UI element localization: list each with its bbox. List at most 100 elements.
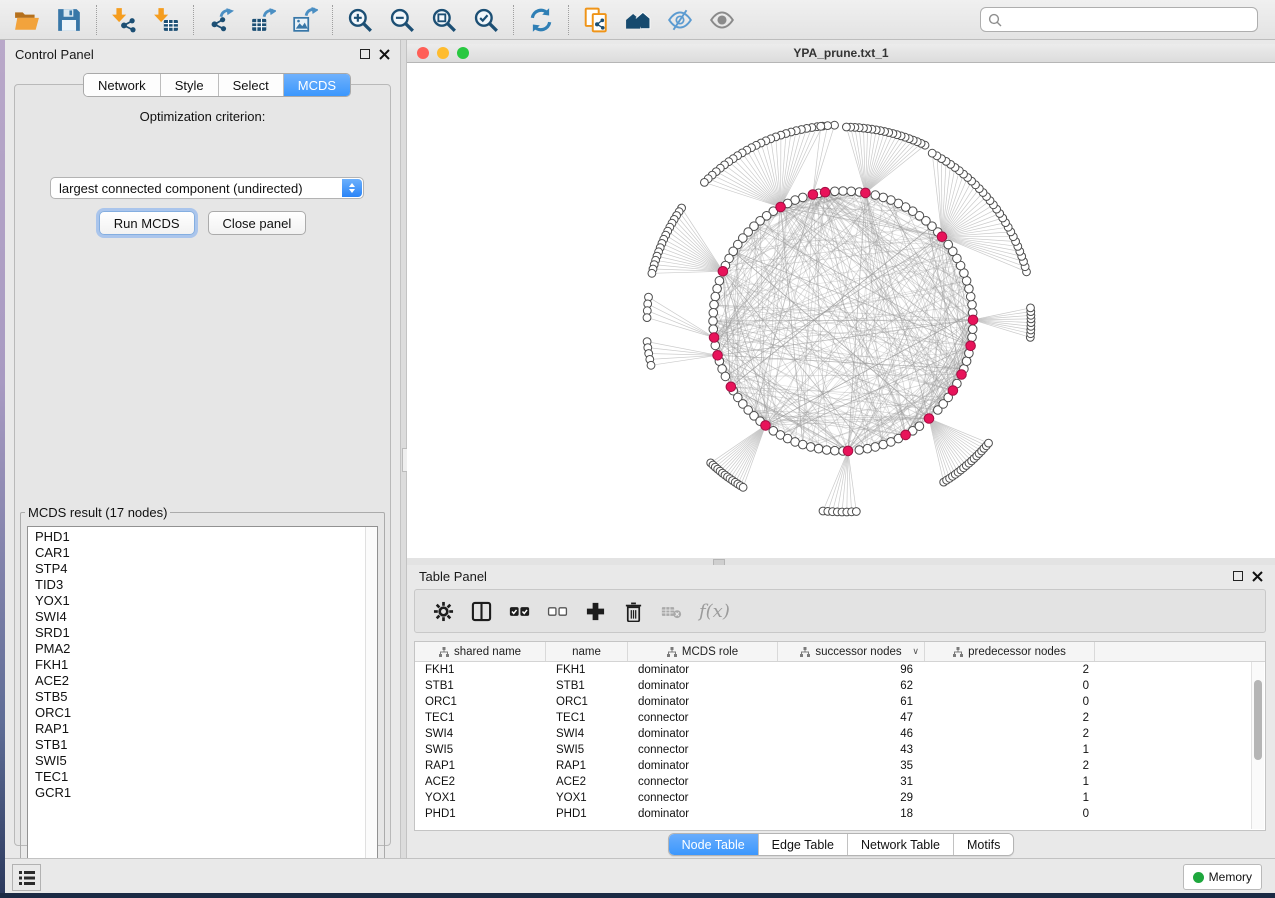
list-item[interactable]: RAP1 [28,721,365,737]
scrollbar-thumb[interactable] [1254,680,1262,760]
list-item[interactable]: ORC1 [28,705,365,721]
chevron-down-icon[interactable]: ∨ [912,646,919,657]
mcds-node[interactable] [957,370,967,380]
table-row[interactable]: SWI5SWI5connector431 [415,742,1265,758]
network-node[interactable] [822,446,831,455]
mcds-node[interactable] [726,382,736,392]
vertical-splitter[interactable] [400,40,407,858]
column-header[interactable]: name [546,642,628,661]
split-view-button[interactable] [471,601,492,622]
delete-column-button[interactable] [623,601,644,622]
list-item[interactable]: PHD1 [28,529,365,545]
show-all-button[interactable] [705,4,739,36]
network-node[interactable] [709,325,718,334]
zoom-selected-button[interactable] [469,4,503,36]
table-row[interactable]: ACE2ACE2connector311 [415,774,1265,790]
tab-select[interactable]: Select [218,74,283,96]
zoom-in-button[interactable] [343,4,377,36]
mcds-node[interactable] [924,414,934,424]
mcds-node[interactable] [948,386,958,396]
search-input[interactable] [1007,12,1250,28]
delete-table-button[interactable] [661,601,682,622]
network-node[interactable] [879,193,888,202]
mcds-node[interactable] [901,430,911,440]
list-item[interactable]: ACE2 [28,673,365,689]
satellite-node[interactable] [985,439,993,447]
list-item[interactable]: PMA2 [28,641,365,657]
table-row[interactable]: TEC1TEC1connector472 [415,710,1265,726]
close-panel-button[interactable]: Close panel [208,211,307,235]
list-item[interactable]: STB5 [28,689,365,705]
table-row[interactable]: STB1STB1dominator620 [415,678,1265,694]
network-node[interactable] [831,187,840,196]
list-item[interactable]: CAR1 [28,545,365,561]
network-node[interactable] [814,444,823,453]
tab-network-table[interactable]: Network Table [847,834,953,855]
table-row[interactable]: YOX1YOX1connector291 [415,790,1265,806]
tab-mcds[interactable]: MCDS [283,74,350,96]
search-box[interactable] [980,7,1258,32]
network-node[interactable] [871,443,880,452]
float-panel-icon[interactable] [360,49,370,59]
network-node[interactable] [855,446,864,455]
import-table-button[interactable] [149,4,183,36]
function-builder-button[interactable]: f(x) [699,601,730,622]
network-node[interactable] [965,284,974,293]
column-header[interactable]: MCDS role [628,642,778,661]
network-node[interactable] [871,191,880,200]
list-item[interactable]: SWI5 [28,753,365,769]
memory-button[interactable]: Memory [1183,864,1262,890]
network-node[interactable] [968,333,977,342]
list-item[interactable]: GCR1 [28,785,365,801]
mcds-node[interactable] [861,188,871,198]
save-session-button[interactable] [52,4,86,36]
optimization-criterion-select[interactable]: largest connected component (undirected) [50,177,364,199]
export-network-button[interactable] [204,4,238,36]
float-panel-icon[interactable] [1233,571,1243,581]
list-item[interactable]: STP4 [28,561,365,577]
tab-style[interactable]: Style [160,74,218,96]
table-row[interactable]: SWI4SWI4dominator462 [415,726,1265,742]
minimize-window-traffic-light[interactable] [437,47,449,59]
export-image-button[interactable] [288,4,322,36]
mcds-node[interactable] [761,421,771,431]
network-node[interactable] [709,309,718,318]
mcds-node[interactable] [808,190,818,200]
run-mcds-button[interactable]: Run MCDS [99,211,195,235]
network-node[interactable] [968,325,977,334]
close-panel-icon[interactable] [379,49,390,60]
mcds-node[interactable] [718,267,728,277]
zoom-out-button[interactable] [385,4,419,36]
horizontal-splitter[interactable] [407,558,1275,565]
zoom-fit-button[interactable] [427,4,461,36]
maximize-window-traffic-light[interactable] [457,47,469,59]
close-window-traffic-light[interactable] [417,47,429,59]
mcds-node[interactable] [709,333,719,343]
network-node[interactable] [721,372,730,381]
network-node[interactable] [799,440,808,449]
satellite-node[interactable] [843,123,851,131]
mcds-node[interactable] [937,232,947,242]
unselect-all-columns-button[interactable] [547,601,568,622]
table-row[interactable]: PHD1PHD1dominator180 [415,806,1265,822]
tab-node-table[interactable]: Node Table [669,834,758,855]
list-item[interactable]: YOX1 [28,593,365,609]
satellite-node[interactable] [701,179,709,187]
add-column-button[interactable] [585,601,606,622]
mcds-node[interactable] [843,446,853,456]
column-header[interactable]: successor nodes∨ [778,642,925,661]
network-node[interactable] [709,317,718,326]
column-header[interactable]: shared name [415,642,546,661]
network-node[interactable] [962,357,971,366]
network-node[interactable] [806,443,815,452]
mcds-node[interactable] [966,341,976,351]
column-header[interactable]: predecessor nodes [925,642,1095,661]
satellite-node[interactable] [643,314,651,322]
network-node[interactable] [863,444,872,453]
network-node[interactable] [966,292,975,301]
tab-motifs[interactable]: Motifs [953,834,1013,855]
mcds-result-list[interactable]: PHD1CAR1STP4TID3YOX1SWI4SRD1PMA2FKH1ACE2… [28,529,365,867]
network-window-titlebar[interactable]: YPA_prune.txt_1 [407,44,1275,63]
go-home-button[interactable] [621,4,655,36]
network-node[interactable] [711,292,720,301]
